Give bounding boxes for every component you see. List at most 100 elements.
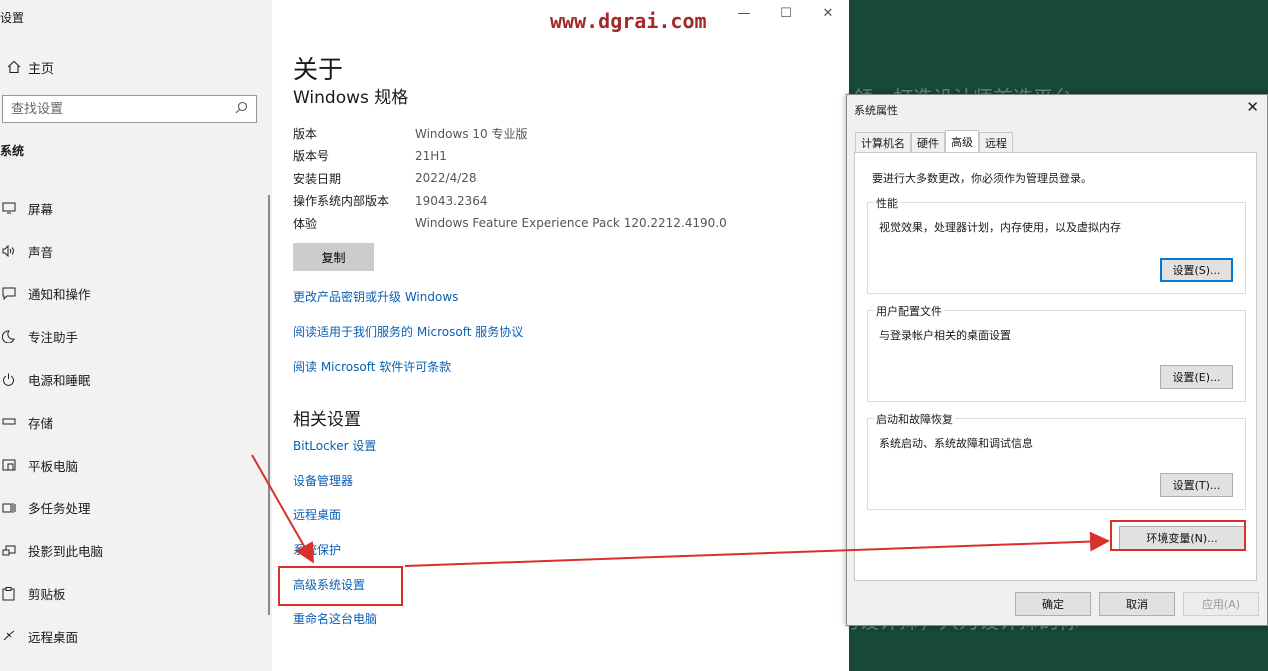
advanced-tab-panel: 要进行大多数更改，你必须作为管理员登录。 性能 视觉效果，处理器计划，内存使用，…: [854, 152, 1257, 581]
spec-row: 体验 Windows Feature Experience Pack 120.22…: [293, 212, 727, 235]
spec-key: 版本: [293, 126, 318, 141]
project-icon: [0, 545, 28, 557]
power-icon: [0, 373, 28, 386]
tab-advanced[interactable]: 高级: [945, 130, 979, 153]
search-box[interactable]: [2, 95, 257, 123]
environment-variables-button[interactable]: 环境变量(N)...: [1119, 526, 1245, 550]
spec-table: 版本 Windows 10 专业版 版本号 21H1 安装日期 2022/4/28 操…: [293, 122, 727, 235]
window-controls: — ☐ ✕: [723, 6, 849, 21]
page-title: 关于: [293, 55, 344, 84]
sidebar-item-label: 声音: [28, 244, 54, 260]
sidebar-item-storage[interactable]: 存储: [0, 401, 272, 444]
startup-recovery-settings-button[interactable]: 设置(T)...: [1160, 473, 1233, 497]
spec-value: Windows 10 专业版: [415, 126, 528, 141]
sidebar-scrollbar[interactable]: [268, 195, 270, 615]
spec-title: Windows 规格: [293, 88, 409, 108]
spec-row: 操作系统内部版本 19043.2364: [293, 190, 727, 213]
user-profiles-settings-button[interactable]: 设置(E)...: [1160, 365, 1233, 389]
group-title: 性能: [874, 195, 900, 211]
remote-icon: [0, 630, 28, 642]
group-title: 用户配置文件: [874, 303, 944, 319]
tablet-icon: [0, 459, 28, 472]
sidebar-item-label: 电源和睡眠: [28, 373, 91, 389]
sidebar-item-label: 多任务处理: [28, 501, 91, 517]
sidebar-item-multitask[interactable]: 多任务处理: [0, 487, 272, 530]
group-description: 系统启动、系统故障和调试信息: [879, 437, 1033, 450]
tab-remote[interactable]: 远程: [979, 132, 1013, 153]
dialog-title: 系统属性: [854, 104, 898, 117]
sidebar-item-label: 通知和操作: [28, 287, 91, 303]
copy-button[interactable]: 复制: [293, 243, 374, 271]
sidebar-item-label: 存储: [28, 415, 54, 431]
sidebar-item-about[interactable]: 关于: [0, 658, 272, 671]
settings-window: 设置 主页 系统 屏幕 声音 通知和操作: [0, 0, 849, 671]
change-product-key-link[interactable]: 更改产品密钥或升级 Windows: [293, 288, 458, 305]
group-description: 与登录帐户相关的桌面设置: [879, 329, 1011, 342]
cancel-button[interactable]: 取消: [1099, 592, 1175, 616]
section-label: 系统: [0, 144, 25, 158]
sidebar-item-tablet[interactable]: 平板电脑: [0, 444, 272, 487]
bitlocker-link[interactable]: BitLocker 设置: [293, 437, 376, 454]
spec-key: 版本号: [293, 149, 330, 164]
license-terms-link[interactable]: 阅读 Microsoft 软件许可条款: [293, 358, 451, 375]
spec-value: 21H1: [415, 148, 447, 163]
sidebar-item-focus[interactable]: 专注助手: [0, 315, 272, 358]
service-agreement-link[interactable]: 阅读适用于我们服务的 Microsoft 服务协议: [293, 323, 523, 340]
user-profiles-group: 用户配置文件 与登录帐户相关的桌面设置 设置(E)...: [867, 303, 1246, 402]
tab-hardware[interactable]: 硬件: [911, 132, 945, 153]
sidebar-item-clipboard[interactable]: 剪贴板: [0, 572, 272, 615]
clipboard-icon: [0, 586, 28, 601]
spec-value: 19043.2364: [415, 193, 488, 208]
multitask-icon: [0, 502, 28, 514]
spec-value: 2022/4/28: [415, 171, 477, 186]
sidebar: 设置 主页 系统 屏幕 声音 通知和操作: [0, 0, 272, 671]
watermark-text: www.dgrai.com: [550, 9, 707, 33]
spec-row: 安装日期 2022/4/28: [293, 167, 727, 190]
group-description: 视觉效果，处理器计划，内存使用，以及虚拟内存: [879, 221, 1121, 234]
moon-icon: [0, 330, 28, 344]
spec-row: 版本号 21H1: [293, 145, 727, 168]
search-icon: [235, 101, 248, 117]
ok-button[interactable]: 确定: [1015, 592, 1091, 616]
startup-recovery-group: 启动和故障恢复 系统启动、系统故障和调试信息 设置(T)...: [867, 411, 1246, 510]
search-input[interactable]: [11, 101, 211, 117]
sidebar-item-label: 屏幕: [28, 201, 54, 217]
sidebar-item-notifications[interactable]: 通知和操作: [0, 273, 272, 316]
rename-pc-link[interactable]: 重命名这台电脑: [293, 610, 377, 627]
performance-group: 性能 视觉效果，处理器计划，内存使用，以及虚拟内存 设置(S)...: [867, 195, 1246, 294]
sidebar-item-project[interactable]: 投影到此电脑: [0, 529, 272, 572]
device-manager-link[interactable]: 设备管理器: [293, 472, 353, 489]
spec-key: 体验: [293, 216, 318, 231]
notification-icon: [0, 287, 28, 301]
sidebar-home[interactable]: 主页: [0, 56, 54, 78]
sidebar-item-remote[interactable]: 远程桌面: [0, 615, 272, 658]
main-content: www.dgrai.com — ☐ ✕ 关于 Windows 规格 版本 Wind…: [272, 0, 849, 671]
dialog-tabs: 计算机名 硬件 高级 远程: [855, 130, 1013, 153]
group-title: 启动和故障恢复: [874, 411, 955, 427]
related-settings-title: 相关设置: [293, 410, 361, 430]
maximize-button[interactable]: ☐: [765, 6, 807, 21]
advanced-system-settings-link[interactable]: 高级系统设置: [293, 576, 365, 593]
app-title: 设置: [0, 11, 25, 25]
performance-settings-button[interactable]: 设置(S)...: [1160, 258, 1233, 282]
sidebar-item-display[interactable]: 屏幕: [0, 187, 272, 230]
system-protection-link[interactable]: 系统保护: [293, 541, 341, 558]
sidebar-item-label: 剪贴板: [28, 587, 66, 603]
spec-key: 安装日期: [293, 171, 342, 186]
tab-computer-name[interactable]: 计算机名: [855, 132, 911, 153]
nav-list: 屏幕 声音 通知和操作 专注助手 电源和睡眠 存储 平板电脑 多任务处理 投影到…: [0, 187, 272, 671]
dialog-close-button[interactable]: ✕: [1246, 98, 1259, 116]
apply-button[interactable]: 应用(A): [1183, 592, 1259, 616]
spec-row: 版本 Windows 10 专业版: [293, 122, 727, 145]
system-properties-dialog: 系统属性 ✕ 计算机名 硬件 高级 远程 要进行大多数更改，你必须作为管理员登录…: [846, 94, 1268, 626]
sidebar-item-label: 平板电脑: [28, 458, 79, 474]
storage-icon: [0, 418, 28, 426]
sidebar-item-sound[interactable]: 声音: [0, 230, 272, 273]
sidebar-item-power[interactable]: 电源和睡眠: [0, 358, 272, 401]
sidebar-home-label: 主页: [28, 61, 55, 77]
sidebar-item-label: 投影到此电脑: [28, 544, 104, 560]
remote-desktop-link[interactable]: 远程桌面: [293, 506, 341, 523]
speaker-icon: [0, 245, 28, 258]
close-button[interactable]: ✕: [807, 6, 849, 21]
minimize-button[interactable]: —: [723, 6, 765, 21]
